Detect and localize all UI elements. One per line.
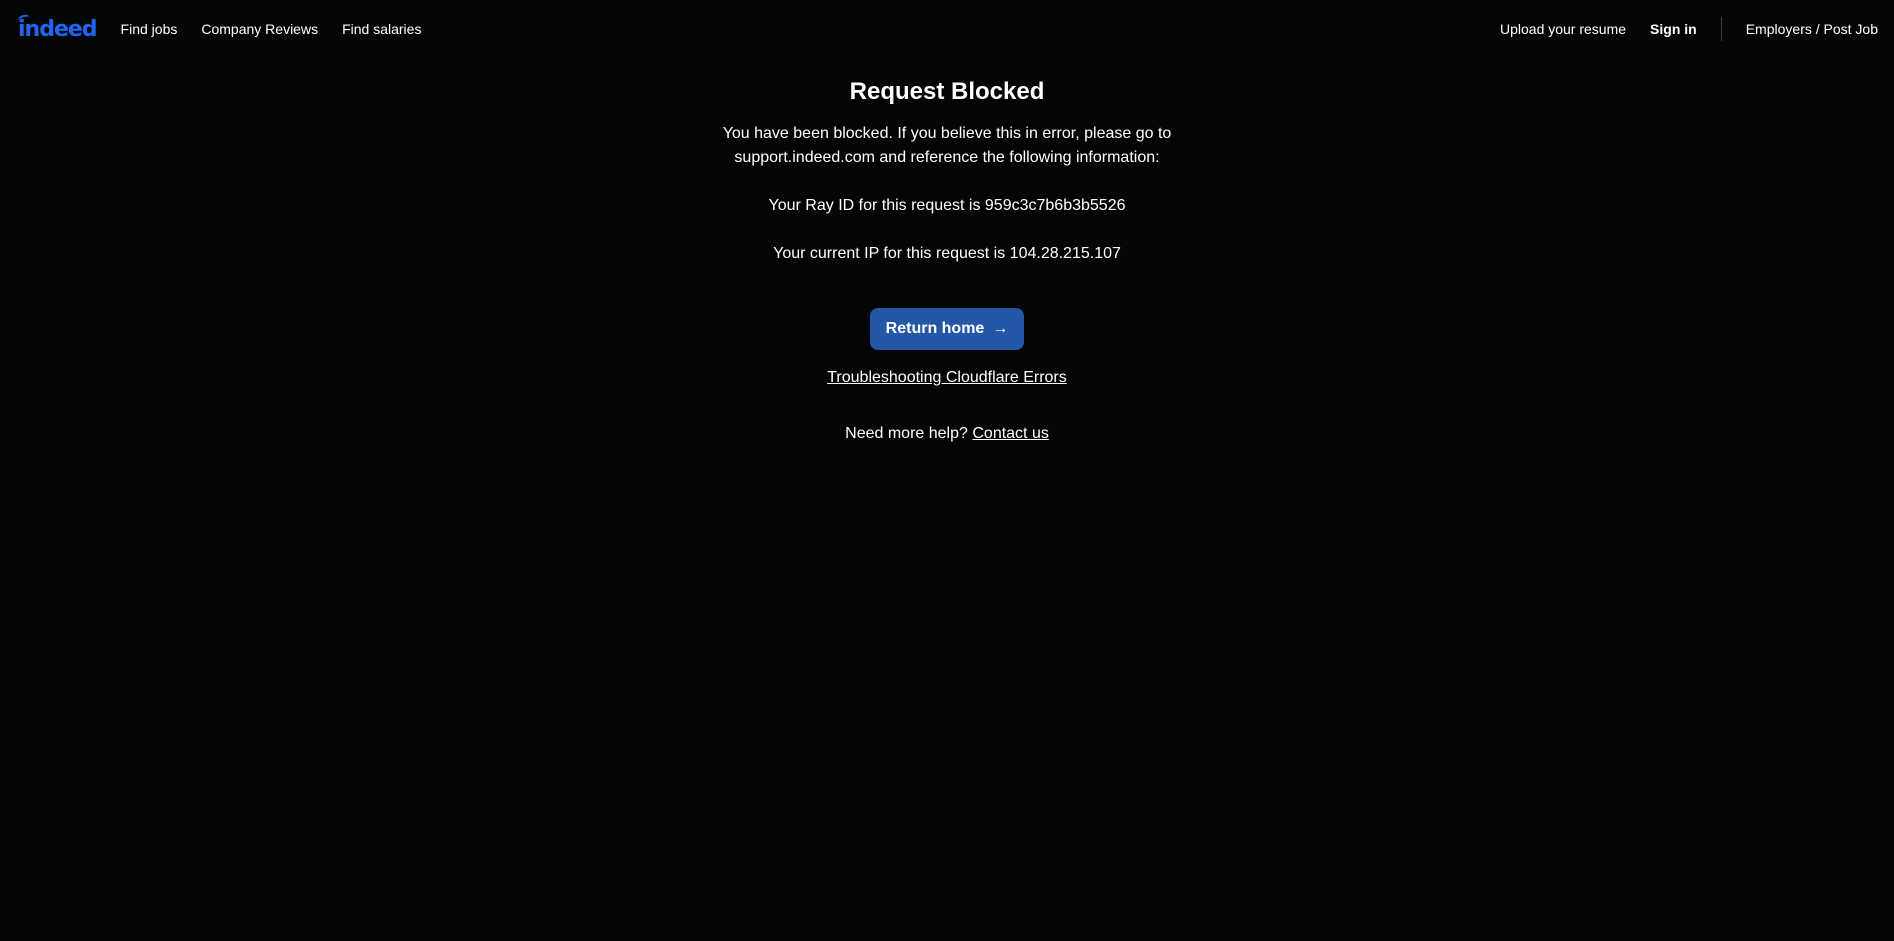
nav-divider bbox=[1720, 17, 1722, 41]
arrow-right-icon: → bbox=[992, 320, 1009, 337]
employers-post-job-link[interactable]: Employers / Post Job bbox=[1734, 21, 1878, 37]
nav-company-reviews[interactable]: Company Reviews bbox=[189, 21, 330, 37]
nav-find-jobs[interactable]: Find jobs bbox=[109, 21, 190, 37]
help-text: Need more help? bbox=[845, 425, 968, 442]
primary-nav: Find jobs Company Reviews Find salaries bbox=[109, 21, 434, 37]
top-nav: indeed Find jobs Company Reviews Find sa… bbox=[0, 0, 1894, 58]
troubleshoot-row: Troubleshooting Cloudflare Errors bbox=[0, 366, 1894, 390]
indeed-logo[interactable]: indeed bbox=[17, 13, 98, 42]
return-home-label: Return home bbox=[885, 320, 985, 337]
sign-in-link[interactable]: Sign in bbox=[1638, 21, 1709, 37]
troubleshooting-link[interactable]: Troubleshooting Cloudflare Errors bbox=[827, 369, 1067, 386]
page-title: Request Blocked bbox=[849, 78, 1045, 105]
return-home-button[interactable]: Return home → bbox=[869, 308, 1025, 350]
blocked-content: Request Blocked You have been blocked. I… bbox=[0, 70, 1894, 446]
ray-id-line: Your Ray ID for this request is 959c3c7b… bbox=[768, 197, 1126, 214]
blocked-message: You have been blocked. If you believe th… bbox=[722, 125, 1172, 166]
ip-line: Your current IP for this request is 104.… bbox=[773, 245, 1121, 262]
button-wrapper: Return home → bbox=[0, 308, 1894, 350]
nav-find-salaries[interactable]: Find salaries bbox=[330, 21, 433, 37]
help-row: Need more help? Contact us bbox=[0, 422, 1894, 446]
secondary-nav: Upload your resume Sign in Employers / P… bbox=[1488, 17, 1878, 41]
upload-resume-link[interactable]: Upload your resume bbox=[1488, 21, 1638, 37]
contact-us-link[interactable]: Contact us bbox=[972, 425, 1048, 442]
